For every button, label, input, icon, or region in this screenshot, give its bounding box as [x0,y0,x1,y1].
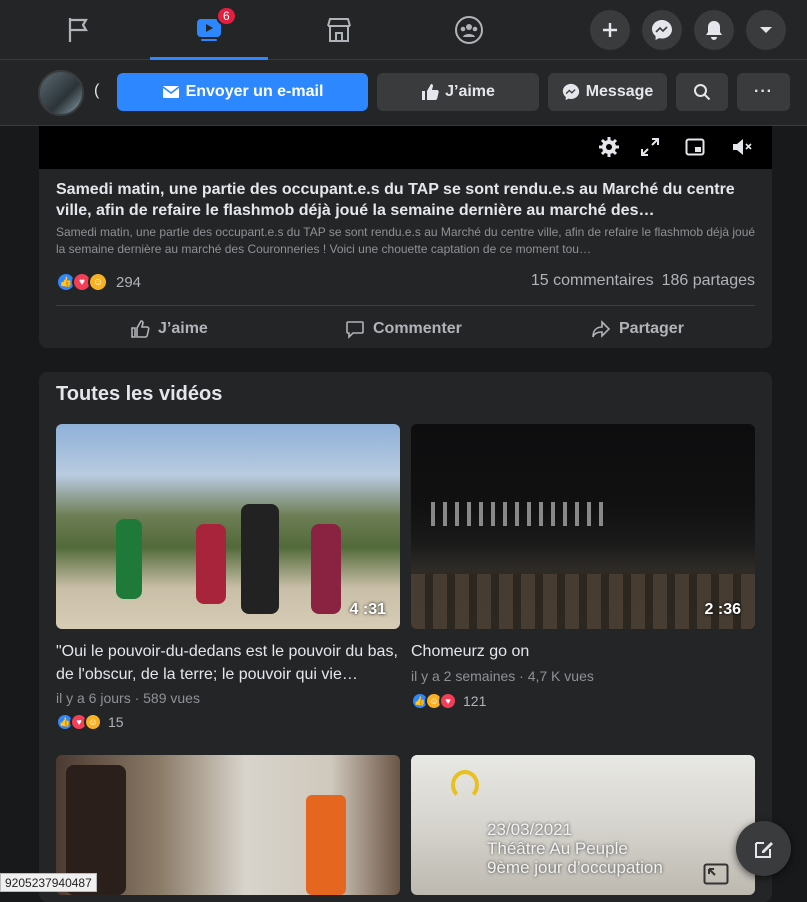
send-email-button[interactable]: Envoyer un e-mail [117,73,368,111]
page-avatar[interactable] [38,70,84,116]
muted-speaker-icon[interactable] [731,136,755,158]
like-page-label: J’aime [445,83,495,100]
more-options-button[interactable]: ··· [737,73,790,111]
reaction-count: 294 [116,273,142,291]
video-thumbnail[interactable] [56,755,400,895]
thumbnail-drawing [451,770,479,800]
share-action-button[interactable]: Partager [591,311,684,347]
post-description: Samedi matin, une partie des occupant.e.… [56,225,756,256]
comment-bubble-icon [346,321,364,339]
thumbs-up-icon [422,84,439,100]
reaction-count: 15 [108,714,124,730]
marketplace-icon [327,18,351,42]
thumbnail-figure [116,519,142,599]
thumbs-up-outline-icon [131,320,150,338]
tab-groups[interactable] [410,0,528,60]
reaction-count: 121 [463,693,487,709]
overlay-place: Théâtre Au Peuple [487,839,628,858]
share-arrow-icon [592,320,611,338]
thumbnail-audience [411,574,755,629]
thumbnail-dancers [431,502,611,526]
account-menu-button[interactable] [746,10,786,50]
create-plus-icon [603,23,617,37]
account-menu-chevron-icon [760,27,772,33]
comments-count[interactable]: 15 commentaires [531,272,654,290]
video-thumbnail[interactable]: 2 :36 [411,424,755,629]
new-message-button[interactable] [736,821,791,876]
thumbnail-figure [241,504,279,614]
picture-in-picture-icon[interactable] [685,137,705,157]
share-action-label: Partager [619,320,684,337]
send-email-label: Envoyer un e-mail [185,83,324,100]
thumbnail-overlay-text: 23/03/2021 Théâtre Au Peuple 9ème jour d… [487,820,663,877]
video-reactions[interactable]: 👍 ♥ ☺ 15 [56,713,124,731]
video-thumbnail[interactable]: 23/03/2021 Théâtre Au Peuple 9ème jour d… [411,755,755,895]
notification-badge: 6 [216,6,237,26]
create-button[interactable] [590,10,630,50]
comment-action-label: Commenter [373,320,462,337]
shares-count[interactable]: 186 partages [662,272,755,290]
flag-icon [68,18,88,42]
compose-edit-icon [754,841,773,858]
messenger-button[interactable] [642,10,682,50]
section-title: Toutes les vidéos [56,383,223,405]
video-duration: 4 :31 [349,601,386,618]
thumbnail-figure [196,524,226,604]
video-title[interactable]: "Oui le pouvoir-du-dedans est le pouvoir… [56,640,400,686]
settings-gear-icon[interactable] [598,136,620,158]
divider [56,305,755,306]
comment-action-button[interactable]: Commenter [345,311,462,347]
like-action-label: J’aime [158,320,208,337]
envelope-icon [162,86,180,98]
notifications-button[interactable] [694,10,734,50]
tab-marketplace[interactable] [280,0,398,60]
notifications-bell-icon [706,21,722,40]
video-reactions[interactable]: 👍 ☺ ♥ 121 [411,692,486,710]
tab-watch[interactable]: 6 [150,0,268,60]
message-label: Message [585,83,654,100]
video-player-controls [39,126,772,169]
post-stats: 15 commentaires 186 partages [531,272,755,290]
status-url: 9205237940487 [0,873,97,892]
like-page-button[interactable]: J’aime [377,73,539,111]
page-action-bar: ( Envoyer un e-mail J’aime Message ··· [0,60,807,126]
tab-pages[interactable] [20,0,138,60]
picture-in-picture-icon[interactable] [703,863,729,885]
overlay-day: 9ème jour d’occupation [487,858,663,877]
care-reaction-icon: ☺ [88,272,108,292]
thumbnail-figure [311,524,341,614]
more-dots-icon: ··· [754,83,773,100]
messenger-icon [652,20,672,40]
thumbnail-figure [306,795,346,895]
overlay-date: 23/03/2021 [487,820,573,839]
like-action-button[interactable]: J’aime [130,311,208,347]
video-title[interactable]: Chomeurz go on [411,640,755,663]
messenger-icon [562,83,579,101]
page-name-fragment: ( [94,82,100,99]
fullscreen-icon[interactable] [640,137,660,157]
featured-video-post: Samedi matin, une partie des occupant.e.… [39,126,772,348]
search-page-button[interactable] [676,73,728,111]
video-meta: il y a 2 semaines · 4,7 K vues [411,668,594,684]
top-navigation-bar: 6 [0,0,807,60]
groups-icon [455,16,483,44]
video-thumbnail[interactable]: 4 :31 [56,424,400,629]
post-reactions[interactable]: 👍 ♥ ☺ 294 [56,272,141,292]
video-duration: 2 :36 [704,601,741,618]
message-button[interactable]: Message [548,73,667,111]
all-videos-section: Toutes les vidéos 4 :31 "Oui le pouvoir-… [39,372,772,902]
search-icon [694,84,711,101]
video-meta: il y a 6 jours · 589 vues [56,690,200,706]
haha-reaction-icon: ☺ [84,713,102,731]
love-reaction-icon: ♥ [439,692,457,710]
post-title[interactable]: Samedi matin, une partie des occupant.e.… [56,179,761,221]
